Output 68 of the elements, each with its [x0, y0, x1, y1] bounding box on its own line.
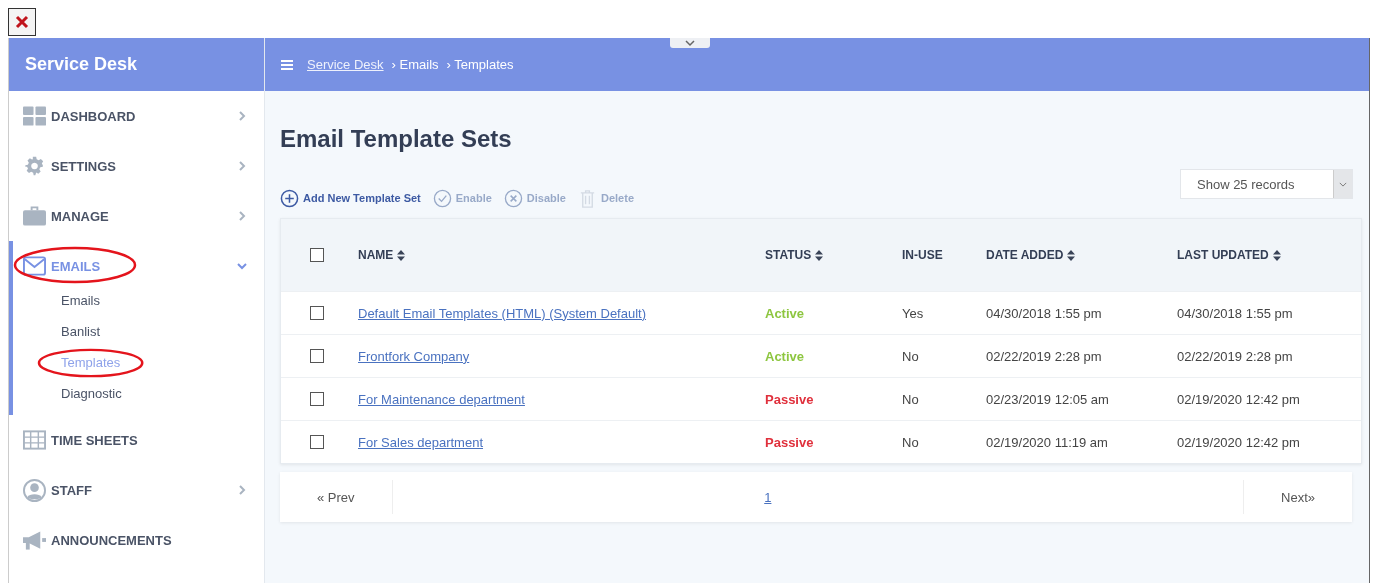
- megaphone-icon: [23, 530, 46, 550]
- table-cell: 02/19/2020 12:42 pm: [1177, 434, 1300, 450]
- table-cell: No: [902, 391, 919, 407]
- caret-icon[interactable]: [1339, 181, 1347, 187]
- page-title: Email Template Sets: [280, 125, 513, 153]
- table-cell: 04/30/2018 1:55 pm: [1177, 305, 1293, 321]
- table-cell: No: [902, 348, 919, 364]
- user-icon: [23, 478, 46, 502]
- trash-icon: [578, 188, 597, 208]
- status-text: Passive: [765, 434, 814, 450]
- table-icon: [23, 430, 46, 450]
- column-header[interactable]: NAME: [358, 248, 406, 262]
- collapse-toggle[interactable]: [670, 38, 710, 48]
- column-header[interactable]: DATE ADDED: [986, 248, 1076, 262]
- add-icon: [280, 188, 299, 208]
- briefcase-icon: [23, 206, 46, 226]
- envelope-icon: [23, 256, 46, 276]
- template-link[interactable]: Frontfork Company: [358, 348, 470, 364]
- sidebar-item[interactable]: MANAGE: [23, 206, 109, 226]
- select-all-checkbox[interactable]: [310, 248, 324, 262]
- table-cell: 02/22/2019 2:28 pm: [1177, 348, 1293, 364]
- row-checkbox[interactable]: [310, 306, 324, 320]
- table-cell: 02/19/2020 11:19 am: [986, 434, 1108, 450]
- status-text: Active: [765, 305, 805, 321]
- page-link[interactable]: 1: [764, 489, 772, 505]
- table-cell: 02/22/2019 2:28 pm: [986, 348, 1102, 364]
- submenu-item[interactable]: Banlist: [37, 316, 125, 347]
- template-link[interactable]: For Sales department: [358, 434, 483, 450]
- column-header[interactable]: IN-USE: [902, 248, 943, 262]
- status-text: Active: [765, 348, 805, 364]
- column-header[interactable]: LAST UPDATED: [1177, 248, 1281, 262]
- row-checkbox[interactable]: [310, 392, 324, 406]
- check-icon: [432, 188, 452, 208]
- breadcrumb-item: › Templates: [446, 57, 514, 72]
- table-cell: Yes: [902, 305, 924, 321]
- close-icon[interactable]: [8, 8, 36, 36]
- prev-page-link[interactable]: « Prev: [280, 480, 393, 514]
- next-page-link[interactable]: Next»: [1243, 480, 1352, 514]
- chevron-down-icon[interactable]: [684, 39, 696, 47]
- template-link[interactable]: Default Email Templates (HTML) (System Default): [358, 305, 646, 321]
- menu-icon[interactable]: [281, 59, 293, 70]
- table-cell: 02/19/2020 12:42 pm: [1177, 391, 1300, 407]
- status-text: Passive: [765, 391, 814, 407]
- app-title: Service Desk: [9, 38, 264, 91]
- sidebar-item[interactable]: SETTINGS: [23, 156, 116, 176]
- toolbar-button[interactable]: Add New Template Set: [280, 188, 421, 208]
- grid-icon: [23, 106, 46, 126]
- sort-icon[interactable]: [1272, 249, 1281, 261]
- table-cell: 02/23/2019 12:05 am: [986, 391, 1109, 407]
- sort-icon[interactable]: [1067, 249, 1076, 261]
- row-checkbox[interactable]: [310, 349, 324, 363]
- submenu-item[interactable]: Emails: [37, 285, 124, 316]
- sidebar-item[interactable]: TIME SHEETS: [23, 430, 138, 450]
- sidebar-item[interactable]: STAFF: [23, 478, 92, 502]
- sidebar-item[interactable]: ANNOUNCEMENTS: [23, 530, 172, 550]
- gear-icon: [23, 156, 46, 176]
- table-cell: 04/30/2018 1:55 pm: [986, 305, 1102, 321]
- records-dropdown[interactable]: Show 25 records: [1180, 169, 1353, 199]
- submenu-item[interactable]: Diagnostic: [37, 378, 146, 409]
- sort-icon[interactable]: [815, 249, 824, 261]
- table-cell: No: [902, 434, 919, 450]
- column-header[interactable]: STATUS: [765, 248, 824, 262]
- breadcrumb-item: › Emails: [391, 57, 439, 72]
- sidebar-item[interactable]: DASHBOARD: [23, 106, 136, 126]
- cross-icon: [503, 188, 523, 208]
- sort-icon[interactable]: [397, 249, 406, 261]
- template-link[interactable]: For Maintenance department: [358, 391, 525, 407]
- row-checkbox[interactable]: [310, 435, 324, 449]
